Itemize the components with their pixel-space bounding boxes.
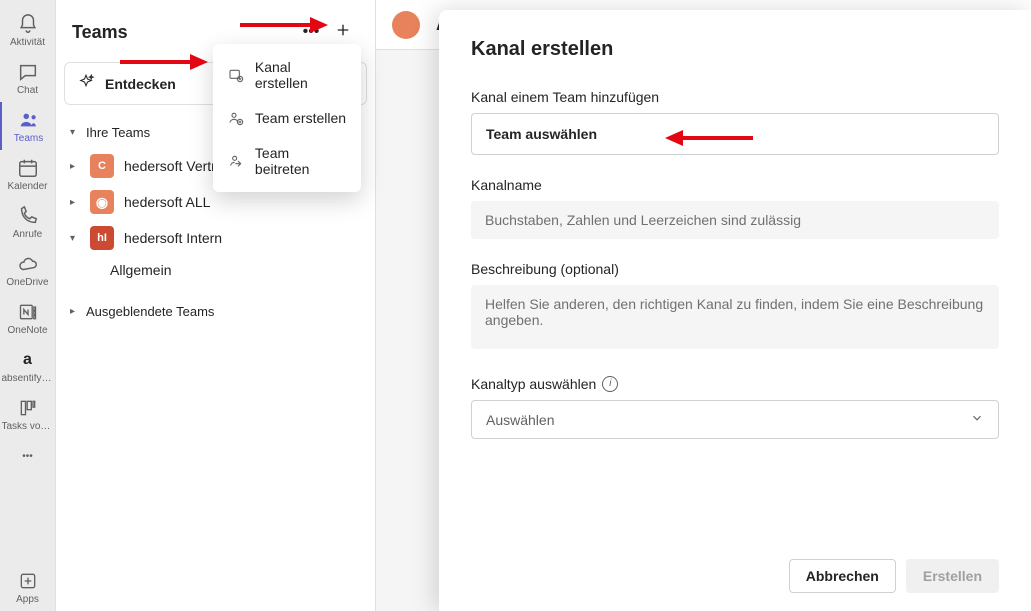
- info-icon[interactable]: i: [602, 376, 618, 392]
- menu-label: Team erstellen: [255, 110, 346, 126]
- board-icon: [16, 396, 40, 420]
- nav-label: Teams: [14, 134, 43, 144]
- cancel-button[interactable]: Abbrechen: [789, 559, 896, 593]
- nav-activity[interactable]: Aktivität: [0, 6, 56, 54]
- onenote-icon: [16, 300, 40, 324]
- nav-label: Tasks von …: [2, 422, 54, 432]
- dialog-footer: Abbrechen Erstellen: [439, 541, 1031, 611]
- channel-name-label: Kanalname: [471, 177, 999, 193]
- create-button[interactable]: Erstellen: [906, 559, 999, 593]
- nav-label: Kalender: [7, 182, 47, 192]
- team-join-icon: [227, 152, 245, 170]
- team-avatar: ◉: [90, 190, 114, 214]
- chevron-down-icon: [970, 411, 984, 428]
- phone-icon: [16, 204, 40, 228]
- nav-label: Chat: [17, 86, 38, 96]
- apps-icon: [16, 569, 40, 593]
- add-menu: Kanal erstellen Team erstellen Team beit…: [213, 44, 361, 192]
- dialog-title: Kanal erstellen: [471, 38, 999, 61]
- nav-calendar[interactable]: Kalender: [0, 150, 56, 198]
- nav-onedrive[interactable]: OneDrive: [0, 246, 56, 294]
- team-avatar: C: [90, 154, 114, 178]
- sparkle-icon: [77, 73, 95, 94]
- team-name: hedersoft Intern: [124, 230, 222, 246]
- nav-label: Aktivität: [10, 38, 45, 48]
- people-icon: [17, 108, 41, 132]
- teams-title: Teams: [72, 22, 295, 43]
- bell-icon: [16, 12, 40, 36]
- description-input[interactable]: [471, 285, 999, 349]
- nav-tasks[interactable]: Tasks von …: [0, 390, 56, 438]
- type-select-value: Auswählen: [486, 412, 555, 428]
- channel-row[interactable]: Allgemein: [64, 256, 367, 284]
- hidden-teams-header[interactable]: ▸ Ausgeblendete Teams: [64, 296, 367, 327]
- channel-add-icon: [227, 66, 245, 84]
- more-icon: •••: [16, 444, 40, 468]
- nav-chat[interactable]: Chat: [0, 54, 56, 102]
- team-avatar: hI: [90, 226, 114, 250]
- team-name: hedersoft ALL: [124, 194, 210, 210]
- nav-onenote[interactable]: OneNote: [0, 294, 56, 342]
- chevron-right-icon: ▸: [70, 197, 80, 208]
- chevron-right-icon: ▸: [70, 161, 80, 172]
- nav-label: absentify …: [2, 374, 54, 384]
- nav-absentify[interactable]: a absentify …: [0, 342, 56, 390]
- chat-icon: [16, 60, 40, 84]
- nav-more[interactable]: •••: [0, 438, 56, 474]
- nav-calls[interactable]: Anrufe: [0, 198, 56, 246]
- chevron-down-icon: ▾: [70, 127, 80, 138]
- calendar-icon: [16, 156, 40, 180]
- nav-label: Anrufe: [13, 230, 42, 240]
- channel-name-input[interactable]: [471, 201, 999, 239]
- app-icon: a: [16, 348, 40, 372]
- team-select-button[interactable]: Team auswählen: [471, 113, 999, 155]
- menu-label: Team beitreten: [255, 145, 347, 177]
- type-label: Kanaltyp auswählen i: [471, 376, 999, 392]
- menu-label: Kanal erstellen: [255, 59, 347, 91]
- discover-label: Entdecken: [105, 76, 176, 92]
- plus-icon: [334, 21, 352, 44]
- nav-teams[interactable]: Teams: [0, 102, 56, 150]
- add-to-team-label: Kanal einem Team hinzufügen: [471, 89, 999, 105]
- nav-label: OneDrive: [6, 278, 48, 288]
- type-label-text: Kanaltyp auswählen: [471, 376, 596, 392]
- chevron-right-icon: ▸: [70, 306, 80, 317]
- app-rail: Aktivität Chat Teams Kalender Anrufe One…: [0, 0, 56, 611]
- chevron-down-icon: ▾: [70, 233, 80, 244]
- menu-create-team[interactable]: Team erstellen: [213, 100, 361, 136]
- nav-apps[interactable]: Apps: [0, 563, 56, 611]
- create-channel-dialog: Kanal erstellen Kanal einem Team hinzufü…: [439, 10, 1031, 611]
- hidden-teams-label: Ausgeblendete Teams: [86, 304, 214, 319]
- menu-join-team[interactable]: Team beitreten: [213, 136, 361, 186]
- teams-panel: Teams ••• Entdecken ▾ Ihre Teams ▸ C hed…: [56, 0, 376, 611]
- description-label: Beschreibung (optional): [471, 261, 999, 277]
- team-add-icon: [227, 109, 245, 127]
- more-icon: •••: [303, 23, 320, 41]
- nav-label: OneNote: [7, 326, 47, 336]
- nav-label: Apps: [16, 595, 39, 605]
- cloud-icon: [16, 252, 40, 276]
- type-select[interactable]: Auswählen: [471, 400, 999, 439]
- your-teams-label: Ihre Teams: [86, 125, 150, 140]
- channel-avatar: [392, 11, 420, 39]
- menu-create-channel[interactable]: Kanal erstellen: [213, 50, 361, 100]
- team-row[interactable]: ▾ hI hedersoft Intern: [64, 220, 367, 256]
